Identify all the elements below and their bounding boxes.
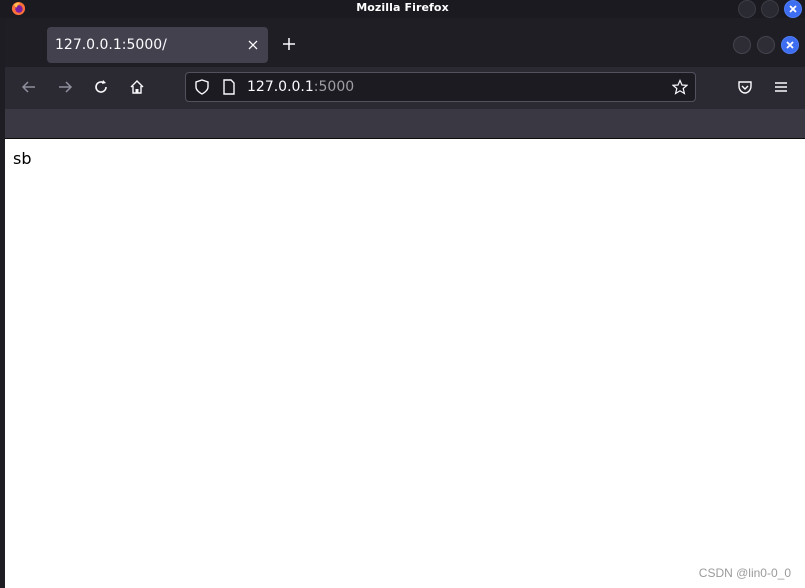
maximize-button-secondary[interactable] <box>757 36 775 54</box>
star-icon[interactable] <box>672 79 688 95</box>
url-port: :5000 <box>313 79 355 95</box>
new-tab-plus-icon[interactable] <box>282 37 296 51</box>
maximize-button[interactable] <box>761 0 779 18</box>
shield-icon[interactable] <box>194 79 210 95</box>
url-host: 127.0.0.1 <box>247 79 314 95</box>
tab-title: 127.0.0.1:5000/ <box>55 37 167 53</box>
minimize-button-secondary[interactable] <box>733 36 751 54</box>
close-window-button[interactable] <box>784 0 802 18</box>
url-text[interactable]: 127.0.0.1:5000 <box>247 79 354 95</box>
nav-toolbar: 127.0.0.1:5000 <box>5 67 805 109</box>
page-text: sb <box>13 149 32 168</box>
watermark-text: CSDN @lin0-0_0 <box>698 566 791 580</box>
pocket-icon[interactable] <box>736 78 754 96</box>
page-icon <box>223 79 235 95</box>
close-window-button-secondary[interactable] <box>781 36 799 54</box>
tab-strip: 127.0.0.1:5000/ <box>5 18 805 67</box>
os-titlebar: Mozilla Firefox <box>0 0 805 18</box>
tab-active[interactable]: 127.0.0.1:5000/ <box>47 27 268 63</box>
home-icon[interactable] <box>128 78 146 96</box>
close-icon <box>789 5 797 13</box>
forward-arrow-icon[interactable] <box>56 78 74 96</box>
url-bar[interactable]: 127.0.0.1:5000 <box>185 72 696 102</box>
tab-close-icon[interactable] <box>246 38 260 52</box>
window-title: Mozilla Firefox <box>356 1 449 14</box>
reload-icon[interactable] <box>92 78 110 96</box>
minimize-button[interactable] <box>738 0 756 18</box>
back-arrow-icon[interactable] <box>20 78 38 96</box>
hamburger-menu-icon[interactable] <box>772 78 790 96</box>
page-content: sb CSDN @lin0-0_0 <box>5 139 805 588</box>
toolbar-strip <box>5 109 805 138</box>
close-icon <box>786 41 794 49</box>
